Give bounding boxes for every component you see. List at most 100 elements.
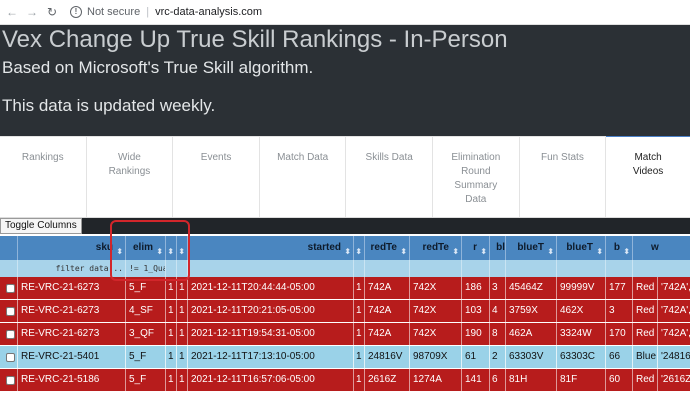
table-row[interactable]: RE-VRC-21-6273 5_F 1 1 2021-12-11T20:44:44-0… bbox=[0, 277, 690, 299]
header-blueteam1[interactable]: blueT ⬍ bbox=[506, 236, 557, 260]
header-bl[interactable]: bl bbox=[490, 236, 506, 260]
browser-address-bar: ← → ↻ ! Not secure | vrc-data-analysis.c… bbox=[0, 0, 690, 25]
table-row[interactable]: RE-VRC-21-6273 3_QF 1 1 2021-12-11T19:54:31-… bbox=[0, 323, 690, 345]
redteam1-cell: 742A bbox=[365, 300, 410, 322]
started-cell: 2021-12-11T20:44:44-05:00 bbox=[188, 277, 354, 299]
filter-input[interactable] bbox=[490, 260, 506, 277]
url-text[interactable]: vrc-data-analysis.com bbox=[155, 6, 262, 18]
redteam2-cell: 742X bbox=[410, 300, 462, 322]
started-cell: 2021-12-11T16:57:06-05:00 bbox=[188, 369, 354, 391]
filter-input[interactable] bbox=[506, 260, 557, 277]
sku-cell: RE-VRC-21-6273 bbox=[18, 277, 126, 299]
header-redteam1-label: redTe bbox=[370, 242, 398, 253]
row-checkbox[interactable] bbox=[6, 284, 15, 293]
header-round[interactable]: ⬍ bbox=[354, 236, 365, 260]
row-select bbox=[0, 300, 18, 322]
tab-events[interactable]: Events bbox=[173, 136, 260, 217]
header-redteam2[interactable]: redTe ⬍ bbox=[410, 236, 462, 260]
round-cell: 1 bbox=[354, 346, 365, 368]
winner-cell: Red bbox=[633, 323, 658, 345]
redscore-cell: 186 bbox=[462, 277, 490, 299]
sort-icon[interactable]: ⬍ bbox=[344, 240, 351, 260]
blueteam2-cell: 3324W bbox=[557, 323, 606, 345]
filter-input[interactable] bbox=[188, 260, 354, 277]
header-blueteam2[interactable]: blueT ⬍ bbox=[557, 236, 606, 260]
header-blueteam1-label: blueT bbox=[517, 242, 544, 253]
sort-icon[interactable]: ⬍ bbox=[596, 240, 603, 260]
tab-fun-stats[interactable]: Fun Stats bbox=[519, 136, 607, 217]
blueteam2-cell: 81F bbox=[557, 369, 606, 391]
row-select bbox=[0, 277, 18, 299]
tab-match-data[interactable]: Match Data bbox=[259, 136, 347, 217]
row-checkbox[interactable] bbox=[6, 376, 15, 385]
col-a-cell: 1 bbox=[166, 346, 177, 368]
address-field[interactable]: ! Not secure | vrc-data-analysis.com bbox=[70, 6, 262, 18]
sku-cell: RE-VRC-21-5186 bbox=[18, 369, 126, 391]
row-checkbox[interactable] bbox=[6, 353, 15, 362]
bluescore-cell: 170 bbox=[606, 323, 633, 345]
filter-input[interactable] bbox=[354, 260, 365, 277]
header-bluescore[interactable]: b ⬍ bbox=[606, 236, 633, 260]
redteam2-cell: 1274A bbox=[410, 369, 462, 391]
winner-cell: Red bbox=[633, 369, 658, 391]
table-row[interactable]: RE-VRC-21-6273 4_SF 1 1 2021-12-11T20:21:05-… bbox=[0, 300, 690, 322]
redteam2-cell: 742X bbox=[410, 323, 462, 345]
col-a-cell: 1 bbox=[166, 323, 177, 345]
blueteam2-cell: 99999V bbox=[557, 277, 606, 299]
table-row[interactable]: RE-VRC-21-5186 5_F 1 1 2021-12-11T16:57:06-0… bbox=[0, 369, 690, 391]
winner-cell: Red bbox=[633, 277, 658, 299]
sort-icon[interactable]: ⬍ bbox=[452, 240, 459, 260]
blueteam1-cell: 81H bbox=[506, 369, 557, 391]
header-started[interactable]: started ⬍ bbox=[188, 236, 354, 260]
header-winner[interactable]: w bbox=[633, 236, 690, 260]
col-b-cell: 1 bbox=[177, 346, 188, 368]
row-checkbox[interactable] bbox=[6, 307, 15, 316]
toggle-columns-button[interactable]: Toggle Columns bbox=[0, 218, 82, 234]
round-cell: 1 bbox=[354, 300, 365, 322]
filter-input[interactable] bbox=[557, 260, 606, 277]
filter-input[interactable] bbox=[410, 260, 462, 277]
started-cell: 2021-12-11T17:13:10-05:00 bbox=[188, 346, 354, 368]
filter-input[interactable] bbox=[633, 260, 690, 277]
sort-icon[interactable]: ⬍ bbox=[547, 240, 554, 260]
header-bl-label: bl bbox=[496, 242, 505, 253]
tab-match-videos[interactable]: Match Videos bbox=[606, 136, 690, 217]
round-cell: 1 bbox=[354, 369, 365, 391]
tab-rankings[interactable]: Rankings bbox=[0, 136, 87, 217]
tab-wide-rankings[interactable]: Wide Rankings bbox=[86, 136, 174, 217]
row-select bbox=[0, 323, 18, 345]
reload-icon[interactable]: ↻ bbox=[44, 5, 60, 19]
page-title: Vex Change Up True Skill Rankings - In-P… bbox=[2, 26, 508, 53]
col-a-cell: 1 bbox=[166, 369, 177, 391]
tab-skills-data[interactable]: Skills Data bbox=[346, 136, 433, 217]
bluescore-cell: 66 bbox=[606, 346, 633, 368]
page-subtitle: Based on Microsoft's True Skill algorith… bbox=[2, 58, 314, 77]
table-row[interactable]: RE-VRC-21-5401 5_F 1 1 2021-12-11T17:13:10-0… bbox=[0, 346, 690, 368]
sku-cell: RE-VRC-21-5401 bbox=[18, 346, 126, 368]
info-icon[interactable]: ! bbox=[70, 6, 82, 18]
sort-icon[interactable]: ⬍ bbox=[480, 240, 487, 260]
sort-icon[interactable]: ⬍ bbox=[400, 240, 407, 260]
tab-elimination-summary[interactable]: Elimination Round Summary Data bbox=[432, 136, 520, 217]
elim-cell: 4_SF bbox=[126, 300, 166, 322]
forward-arrow-icon[interactable]: → bbox=[24, 5, 40, 19]
blueteam1-cell: 462A bbox=[506, 323, 557, 345]
filter-input[interactable] bbox=[606, 260, 633, 277]
row-checkbox[interactable] bbox=[6, 330, 15, 339]
redscore-cell: 190 bbox=[462, 323, 490, 345]
header-redscore[interactable]: r ⬍ bbox=[462, 236, 490, 260]
bl-cell: 8 bbox=[490, 323, 506, 345]
filter-input[interactable] bbox=[365, 260, 410, 277]
sort-icon[interactable]: ⬍ bbox=[355, 240, 362, 260]
elim-cell: 3_QF bbox=[126, 323, 166, 345]
header-redteam1[interactable]: redTe ⬍ bbox=[365, 236, 410, 260]
col-a-cell: 1 bbox=[166, 300, 177, 322]
filter-input[interactable] bbox=[462, 260, 490, 277]
back-arrow-icon[interactable]: ← bbox=[4, 5, 20, 19]
security-label: Not secure bbox=[87, 6, 141, 18]
header-redteam2-label: redTe bbox=[422, 242, 450, 253]
bl-cell: 4 bbox=[490, 300, 506, 322]
table-toolbar bbox=[0, 218, 690, 234]
sort-icon[interactable]: ⬍ bbox=[623, 240, 630, 260]
filter-row: filter data... != 1_Qua bbox=[0, 260, 690, 277]
